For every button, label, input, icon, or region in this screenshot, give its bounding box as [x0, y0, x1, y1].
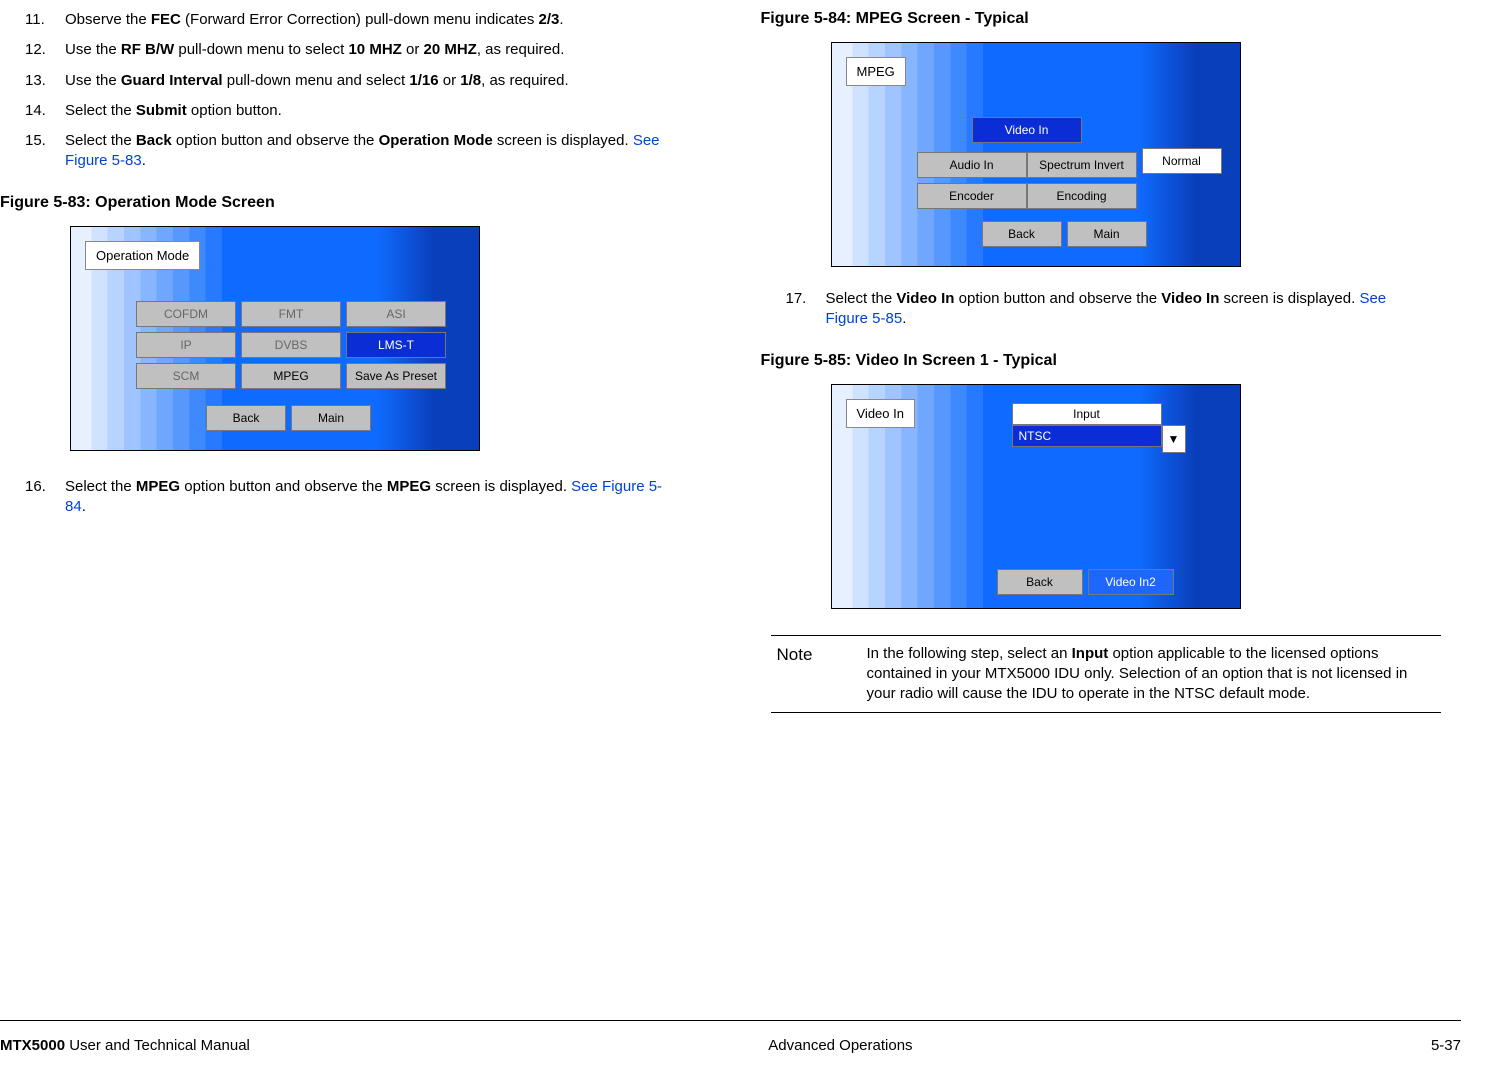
step: 11.Observe the FEC (Forward Error Correc…: [0, 10, 701, 30]
encoding-button[interactable]: Encoding: [1027, 183, 1137, 209]
fig84-screen: MPEG Video In Audio In Spectrum Invert E…: [831, 42, 1241, 267]
video-in-button[interactable]: Video In: [972, 117, 1082, 143]
asi-button[interactable]: ASI: [346, 301, 446, 327]
step: 12. Use the RF B/W pull-down menu to sel…: [0, 40, 701, 60]
lms-t-button[interactable]: LMS-T: [346, 332, 446, 358]
step-body: Use the RF B/W pull-down menu to select …: [65, 40, 701, 60]
fig85-caption: Figure 5-85: Video In Screen 1 - Typical: [761, 352, 1462, 370]
fig83-caption: Figure 5-83: Operation Mode Screen: [0, 194, 701, 212]
back-button[interactable]: Back: [206, 405, 286, 431]
step-num: 16.: [0, 477, 65, 518]
cofdm-button[interactable]: COFDM: [136, 301, 236, 327]
step: 13.Use the Guard Interval pull-down menu…: [0, 71, 701, 91]
step: 15.Select the Back option button and obs…: [0, 131, 701, 172]
ip-button[interactable]: IP: [136, 332, 236, 358]
main-button[interactable]: Main: [291, 405, 371, 431]
footer-center: Advanced Operations: [768, 1037, 912, 1054]
footer-right: 5-37: [1431, 1037, 1461, 1054]
input-dropdown[interactable]: NTSC: [1012, 425, 1162, 447]
scm-button[interactable]: SCM: [136, 363, 236, 389]
input-label: Input: [1012, 403, 1162, 425]
footer-left: MTX5000 User and Technical Manual: [0, 1037, 250, 1054]
step-body: Use the Guard Interval pull-down menu an…: [65, 71, 701, 91]
spectrum-invert-button[interactable]: Spectrum Invert: [1027, 152, 1137, 178]
fig85-title: Video In: [846, 399, 915, 428]
note-block: Note In the following step, select an In…: [771, 635, 1442, 714]
step-body: Observe the FEC (Forward Error Correctio…: [65, 10, 701, 30]
audio-in-button[interactable]: Audio In: [917, 152, 1027, 178]
step-17: 17. Select the Video In option button an…: [761, 289, 1462, 330]
step-16: 16. Select the MPEG option button and ob…: [0, 477, 701, 518]
back-button[interactable]: Back: [982, 221, 1062, 247]
step-num: 17.: [761, 289, 826, 330]
mpeg-button[interactable]: MPEG: [241, 363, 341, 389]
note-body: In the following step, select an Input o…: [867, 644, 1436, 705]
back-button[interactable]: Back: [997, 569, 1083, 595]
fig83-title: Operation Mode: [85, 241, 200, 270]
step-num: 12.: [0, 40, 65, 60]
step-body: Select the MPEG option button and observ…: [65, 477, 701, 518]
fig84-title: MPEG: [846, 57, 906, 86]
step-body: Select the Back option button and observ…: [65, 131, 701, 172]
page-footer: MTX5000 User and Technical Manual Advanc…: [0, 1021, 1501, 1054]
fig83-screen: Operation Mode COFDMFMTASI IPDVBSLMS-T SCM…: [70, 226, 480, 451]
fig85-screen: Video In Input NTSC ▼ BackVideo In2: [831, 384, 1241, 609]
chevron-down-icon[interactable]: ▼: [1162, 425, 1186, 453]
step: 14.Select the Submit option button.: [0, 101, 701, 121]
main-button[interactable]: Main: [1067, 221, 1147, 247]
step-num: 11.: [0, 10, 65, 30]
step-body: Select the Submit option button.: [65, 101, 701, 121]
step-num: 15.: [0, 131, 65, 172]
fmt-button[interactable]: FMT: [241, 301, 341, 327]
dvbs-button[interactable]: DVBS: [241, 332, 341, 358]
fig84-caption: Figure 5-84: MPEG Screen - Typical: [761, 10, 1462, 28]
step-body: Select the Video In option button and ob…: [826, 289, 1462, 330]
video-in2-button[interactable]: Video In2: [1088, 569, 1174, 595]
step-num: 13.: [0, 71, 65, 91]
steps-left: 11.Observe the FEC (Forward Error Correc…: [0, 10, 701, 172]
step-num: 14.: [0, 101, 65, 121]
normal-button[interactable]: Normal: [1142, 148, 1222, 174]
note-label: Note: [777, 644, 867, 705]
save-as-preset-button[interactable]: Save As Preset: [346, 363, 446, 389]
encoder-button[interactable]: Encoder: [917, 183, 1027, 209]
